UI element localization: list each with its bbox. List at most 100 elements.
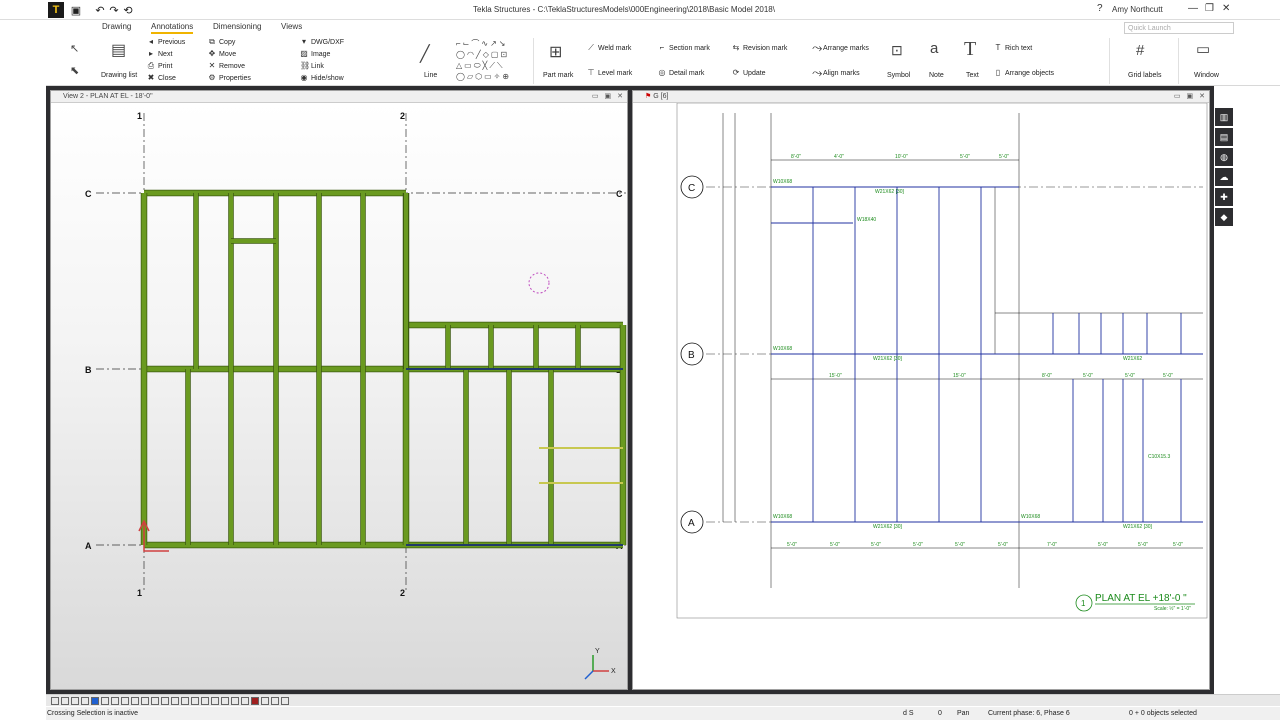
arrange-objects-button[interactable]: ▯ Arrange objects bbox=[994, 69, 1054, 77]
link-button[interactable]: ⛓ Link bbox=[300, 62, 324, 70]
save-icon[interactable]: ▣ bbox=[68, 2, 84, 18]
close-x-icon: ✖ bbox=[147, 73, 155, 82]
snap-mid-icon[interactable] bbox=[191, 697, 199, 705]
revision-mark-button[interactable]: ⇆ Revision mark bbox=[732, 44, 788, 52]
update-button[interactable]: ⟳ Update bbox=[732, 69, 766, 77]
snap-grid-icon[interactable] bbox=[81, 697, 89, 705]
rich-text-button[interactable]: T Rich text bbox=[994, 44, 1033, 52]
maximize-icon[interactable]: ▣ bbox=[1187, 92, 1194, 100]
snap-override-icon[interactable] bbox=[251, 697, 259, 705]
snap-weld-icon[interactable] bbox=[111, 697, 119, 705]
minimize-icon[interactable]: ▭ bbox=[592, 92, 599, 100]
snap-perpendicular-icon[interactable] bbox=[221, 697, 229, 705]
tab-annotations[interactable]: Annotations bbox=[151, 22, 194, 34]
grid-labels-icon[interactable]: # bbox=[1136, 42, 1144, 59]
hide-show-button[interactable]: ◉ Hide/show bbox=[300, 74, 344, 82]
snap-intersect-icon[interactable] bbox=[211, 697, 219, 705]
beam-label: W21X62 [30] bbox=[1123, 524, 1153, 530]
status-phase[interactable]: Current phase: 6, Phase 6 bbox=[988, 710, 1070, 717]
snap-text-icon[interactable] bbox=[71, 697, 79, 705]
note-button[interactable]: Note bbox=[929, 72, 944, 79]
previous-button[interactable]: ◂ Previous bbox=[147, 38, 185, 46]
section-mark-icon: ⌐ bbox=[659, 43, 665, 52]
section-mark-button[interactable]: ⌐ Section mark bbox=[658, 44, 710, 52]
model-view-canvas[interactable]: 1 2 1 2 C C B B A A bbox=[51, 103, 627, 689]
restore-button[interactable]: ❐ bbox=[1205, 3, 1214, 14]
drawing-list-icon[interactable]: ▤ bbox=[111, 40, 126, 60]
snap-nearest-icon[interactable] bbox=[231, 697, 239, 705]
cloud-icon[interactable]: ☁ bbox=[1215, 168, 1233, 186]
snap-dimension-icon[interactable] bbox=[131, 697, 139, 705]
snap-bolt-icon[interactable] bbox=[101, 697, 109, 705]
snap-select-icon[interactable] bbox=[51, 697, 59, 705]
arrange-marks-button[interactable]: ⤳ Arrange marks bbox=[812, 41, 869, 54]
snap-center-icon[interactable] bbox=[201, 697, 209, 705]
tab-drawing[interactable]: Drawing bbox=[102, 22, 131, 31]
snap-plane-icon[interactable] bbox=[261, 697, 269, 705]
close-drawing-button[interactable]: ✖ Close bbox=[147, 74, 176, 82]
history-icon[interactable]: ⟲ bbox=[120, 2, 136, 18]
window-button[interactable]: Window bbox=[1194, 72, 1219, 79]
properties-button[interactable]: ⚙ Properties bbox=[208, 74, 251, 82]
snap-point-icon[interactable] bbox=[171, 697, 179, 705]
help-button[interactable]: ? bbox=[1097, 3, 1103, 14]
select-filter-icon[interactable]: ⬉ bbox=[70, 64, 79, 77]
window-icon[interactable]: ▭ bbox=[1196, 40, 1210, 58]
steel-beam-model[interactable] bbox=[140, 189, 627, 549]
next-button[interactable]: ▸ Next bbox=[147, 50, 172, 58]
snap-visibility-icon[interactable] bbox=[281, 697, 289, 705]
snap-end-icon[interactable] bbox=[181, 697, 189, 705]
snap-free-icon[interactable] bbox=[241, 697, 249, 705]
image-button[interactable]: ▨ Image bbox=[300, 50, 330, 58]
select-arrow-icon[interactable]: ↖ bbox=[70, 42, 79, 55]
minimize-button[interactable]: — bbox=[1188, 3, 1198, 14]
snap-note-icon[interactable] bbox=[161, 697, 169, 705]
dwg-dxf-button[interactable]: ▾ DWG/DXF bbox=[300, 38, 344, 46]
snap-depth-icon[interactable] bbox=[271, 697, 279, 705]
user-name[interactable]: Amy Northcutt bbox=[1112, 5, 1163, 14]
note-icon[interactable]: a bbox=[930, 40, 938, 57]
print-button[interactable]: ⎙ Print bbox=[147, 62, 173, 70]
text-icon[interactable]: T bbox=[964, 38, 976, 61]
components-icon[interactable]: ✚ bbox=[1215, 188, 1233, 206]
shape-tools-grid[interactable]: ⌐⌙⌒∿↗↘ ◯◠╱◇▢⊡ △▭⬭╳⟋⟍ ◯▱⬡▭✧⊕ bbox=[456, 38, 528, 82]
part-mark-icon[interactable]: ⊞ bbox=[549, 42, 562, 62]
tekla-logo-icon[interactable]: T bbox=[48, 2, 64, 18]
close-view-icon[interactable]: ✕ bbox=[617, 92, 623, 100]
weld-mark-button[interactable]: ⟋ Weld mark bbox=[587, 44, 631, 52]
snap-mark-icon[interactable] bbox=[121, 697, 129, 705]
line-button[interactable]: Line bbox=[424, 72, 437, 79]
drawing-list-button[interactable]: Drawing list bbox=[101, 72, 137, 79]
move-button[interactable]: ✥ Move bbox=[208, 50, 236, 58]
detail-mark-button[interactable]: ◎ Detail mark bbox=[658, 69, 705, 77]
tab-dimensioning[interactable]: Dimensioning bbox=[213, 22, 261, 31]
snap-symbol-icon[interactable] bbox=[151, 697, 159, 705]
symbol-button[interactable]: Symbol bbox=[887, 72, 910, 79]
snap-part-icon[interactable] bbox=[91, 697, 99, 705]
catalog-icon[interactable]: ▤ bbox=[1215, 128, 1233, 146]
symbol-icon[interactable]: ⊡ bbox=[891, 42, 903, 59]
quick-launch-input[interactable]: Quick Launch bbox=[1124, 22, 1234, 34]
snap-line-icon[interactable] bbox=[61, 697, 69, 705]
grid-labels-button[interactable]: Grid labels bbox=[1128, 72, 1161, 79]
close-button[interactable]: ✕ bbox=[1222, 3, 1230, 14]
text-button[interactable]: Text bbox=[966, 72, 979, 79]
part-mark-button[interactable]: Part mark bbox=[543, 72, 573, 79]
maximize-icon[interactable]: ▣ bbox=[605, 92, 612, 100]
close-drawing-icon[interactable]: ✕ bbox=[1199, 92, 1205, 100]
line-icon[interactable]: ╱ bbox=[420, 44, 430, 64]
globe-icon[interactable]: ◍ bbox=[1215, 148, 1233, 166]
remove-button[interactable]: ✕ Remove bbox=[208, 62, 245, 70]
minimize-icon[interactable]: ▭ bbox=[1174, 92, 1181, 100]
building-icon[interactable]: ▥ bbox=[1215, 108, 1233, 126]
dimension-label: 8'-0" bbox=[1042, 373, 1052, 379]
level-mark-button[interactable]: ⊤ Level mark bbox=[587, 69, 633, 77]
tab-views[interactable]: Views bbox=[281, 22, 302, 31]
tag-icon[interactable]: ◆ bbox=[1215, 208, 1233, 226]
drawing-beams[interactable] bbox=[771, 186, 1203, 523]
snap-view-icon[interactable] bbox=[141, 697, 149, 705]
plan-title-block[interactable]: 1 PLAN AT EL +18'-0 " Scale: ½" = 1'-0" bbox=[1075, 593, 1195, 612]
drawing-canvas[interactable]: 8'-0" 4'-0" 10'-0" 5'-0" 5'-0" 15'-0" 15'-0" 8'… bbox=[633, 102, 1209, 689]
copy-button[interactable]: ⧉ Copy bbox=[208, 38, 235, 46]
align-marks-button[interactable]: ⤳ Align marks bbox=[812, 66, 860, 79]
